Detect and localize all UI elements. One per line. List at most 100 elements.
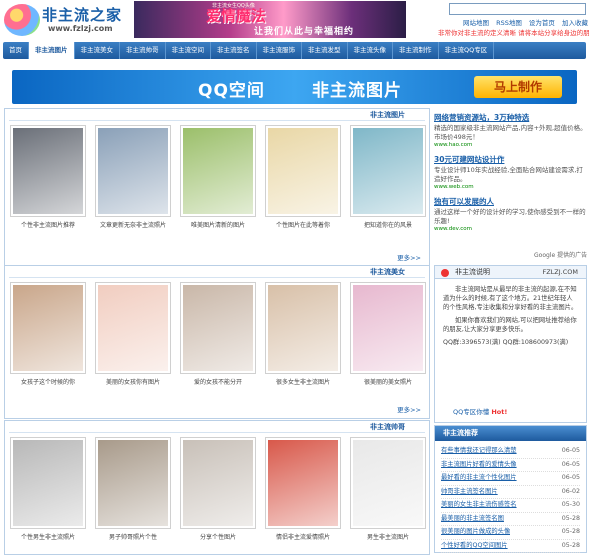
thumb-image[interactable]	[180, 282, 256, 374]
thumb-caption[interactable]: 很美丽的美女照片	[350, 377, 426, 386]
nav-item-hairstyle[interactable]: 非主流发型	[302, 42, 348, 59]
recommend-title[interactable]: 最美丽的非主流签名图	[441, 513, 504, 526]
thumb-caption[interactable]: 情侣非主流爱情照片	[265, 532, 341, 541]
list-item[interactable]: 个性好看的QQ空间图片 05-28	[441, 540, 580, 553]
nav-item-qq[interactable]: 非主流QQ专区	[439, 42, 495, 59]
thumb-image[interactable]	[180, 437, 256, 529]
thumb-item[interactable]: 美丽的女孩你有图片	[95, 282, 171, 386]
recommend-title[interactable]: 很美丽的图片做成的头像	[441, 526, 510, 539]
thumb-caption[interactable]: 分享个性图片	[180, 532, 256, 541]
thumb-image[interactable]	[95, 125, 171, 217]
qzone-banner[interactable]: QQ空间 非主流图片 马上制作	[12, 70, 577, 104]
thumb-image[interactable]	[95, 282, 171, 374]
nav-item-girls[interactable]: 非主流美女	[75, 42, 120, 59]
nav-item-make[interactable]: 非主流制作	[393, 42, 439, 59]
thumb-caption[interactable]: 唯美图片清新的图片	[180, 220, 256, 229]
top-link-sitemap[interactable]: 网站地图	[463, 19, 489, 27]
ad-item[interactable]: 30元可建网站设计作 专业设计师10年实战经验,全面贴合网站建设需求,打造好作品…	[434, 154, 587, 190]
info-footer[interactable]: QQ专区你懂 Hot!	[453, 406, 507, 416]
thumb-image[interactable]	[95, 437, 171, 529]
thumb-item[interactable]: 男生非主流图片	[350, 437, 426, 541]
thumb-caption[interactable]: 个性男生非主流照片	[10, 532, 86, 541]
thumb-item[interactable]: 个性非主流图片推荐	[10, 125, 86, 229]
ad-title[interactable]: 30元可建网站设计作	[434, 154, 587, 165]
ad-title[interactable]: 独有可以发展的人	[434, 196, 587, 207]
thumb-item[interactable]: 很美丽的美女照片	[350, 282, 426, 386]
nav-item-avatar[interactable]: 非主流头像	[348, 42, 393, 59]
top-link-rss[interactable]: RSS地图	[496, 19, 522, 27]
thumb-caption[interactable]: 很多女生非主流图片	[265, 377, 341, 386]
ad-item[interactable]: 网络营销资源站，3万种特选 精选的国家级非主流网站产品,内容+外观,超值价格。市…	[434, 112, 587, 148]
list-item[interactable]: 美丽的女生非主流伤感签名 05-30	[441, 499, 580, 513]
thumb-caption[interactable]: 男子帅哥照片个性	[95, 532, 171, 541]
thumb-caption[interactable]: 美丽的女孩你有图片	[95, 377, 171, 386]
top-banner-ad[interactable]: 非主流女生QQ头像 爱情魔法 让我们从此与幸福相约	[134, 1, 406, 38]
top-link-favorite[interactable]: 加入收藏	[562, 19, 588, 27]
recommend-title[interactable]: 有些事情我还记得那么清楚	[441, 445, 517, 458]
thumb-image[interactable]	[265, 125, 341, 217]
make-now-button[interactable]: 马上制作	[474, 76, 562, 98]
thumb-image[interactable]	[180, 125, 256, 217]
recommend-title[interactable]: 非主流图片好看的爱情头像	[441, 459, 517, 472]
nav-item-boys[interactable]: 非主流帅哥	[120, 42, 166, 59]
thumb-item[interactable]: 唯美图片清新的图片	[180, 125, 256, 229]
ad-url[interactable]: www.hao.com	[434, 142, 587, 148]
thumb-caption[interactable]: 女孩子这个时候的你	[10, 377, 86, 386]
thumb-item[interactable]: 文章更新无奈非主流照片	[95, 125, 171, 229]
logo-domain: www.fzlzj.com	[48, 24, 113, 33]
thumb-caption[interactable]: 个性图片在此等着你	[265, 220, 341, 229]
thumb-item[interactable]: 很多女生非主流图片	[265, 282, 341, 386]
ad-item[interactable]: 独有可以发展的人 通过这样一个好的设计好的学习,使你感受到不一样的乐趣! www…	[434, 196, 587, 232]
recommend-title[interactable]: 个性好看的QQ空间图片	[441, 540, 508, 553]
banner-title: 爱情魔法	[206, 7, 267, 25]
thumb-image[interactable]	[350, 125, 426, 217]
thumb-item[interactable]: 个性男生非主流照片	[10, 437, 86, 541]
thumb-caption[interactable]: 文章更新无奈非主流照片	[95, 220, 171, 229]
recommend-title[interactable]: 帅哥非主流签名图片	[441, 486, 498, 499]
ad-title[interactable]: 网络营销资源站，3万种特选	[434, 112, 587, 123]
thumb-image[interactable]	[10, 125, 86, 217]
more-link[interactable]: 更多>>	[397, 404, 421, 414]
thumb-image[interactable]	[10, 282, 86, 374]
thumb-caption[interactable]: 爱的女孩不能分开	[180, 377, 256, 386]
list-item[interactable]: 最好看的非主流个性化图片 06-05	[441, 472, 580, 486]
nav-item-clothing[interactable]: 非主流服饰	[257, 42, 302, 59]
thumb-caption[interactable]: 个性非主流图片推荐	[10, 220, 86, 229]
thumb-item[interactable]: 男子帅哥照片个性	[95, 437, 171, 541]
nav-item-signature[interactable]: 非主流签名	[211, 42, 257, 59]
list-item[interactable]: 最美丽的非主流签名图 05-28	[441, 513, 580, 526]
list-item[interactable]: 有些事情我还记得那么清楚 06-05	[441, 445, 580, 459]
thumb-item[interactable]: 个性图片在此等着你	[265, 125, 341, 229]
list-item[interactable]: 很美丽的图片做成的头像 05-28	[441, 526, 580, 540]
nav-item-home[interactable]: 首页	[3, 42, 29, 59]
thumb-image[interactable]	[265, 437, 341, 529]
panel-title[interactable]: 非主流图片	[370, 110, 405, 120]
top-link-homepage[interactable]: 设为首页	[529, 19, 555, 27]
search-input[interactable]	[449, 3, 586, 15]
thumb-image[interactable]	[265, 282, 341, 374]
recommend-title[interactable]: 最好看的非主流个性化图片	[441, 472, 517, 485]
more-link[interactable]: 更多>>	[397, 252, 421, 262]
google-ad-label[interactable]: Google 提供的广告	[534, 250, 587, 259]
nav-item-pictures[interactable]: 非主流图片	[29, 42, 75, 59]
thumb-item[interactable]: 分享个性图片	[180, 437, 256, 541]
panel-title[interactable]: 非主流帅哥	[370, 422, 405, 432]
recommend-title[interactable]: 美丽的女生非主流伤感签名	[441, 499, 517, 512]
thumb-image[interactable]	[10, 437, 86, 529]
thumb-caption[interactable]: 男生非主流图片	[350, 532, 426, 541]
list-item[interactable]: 帅哥非主流签名图片 06-02	[441, 486, 580, 499]
nav-item-space[interactable]: 非主流空间	[166, 42, 211, 59]
thumb-item[interactable]: 把知道你在的风景	[350, 125, 426, 229]
list-item[interactable]: 非主流图片好看的爱情头像 06-05	[441, 459, 580, 472]
site-logo[interactable]: 非主流之家 www.fzlzj.com	[4, 2, 130, 38]
ad-url[interactable]: www.dev.com	[434, 226, 587, 232]
thumb-item[interactable]: 爱的女孩不能分开	[180, 282, 256, 386]
panel-title[interactable]: 非主流美女	[370, 267, 405, 277]
thumb-image[interactable]	[350, 437, 426, 529]
thumb-image[interactable]	[350, 282, 426, 374]
thumb-caption[interactable]: 把知道你在的风景	[350, 220, 426, 229]
ad-url[interactable]: www.web.com	[434, 184, 587, 190]
thumb-item[interactable]: 情侣非主流爱情照片	[265, 437, 341, 541]
thumb-item[interactable]: 女孩子这个时候的你	[10, 282, 86, 386]
qq-zone-link[interactable]: QQ专区你懂	[453, 408, 489, 416]
